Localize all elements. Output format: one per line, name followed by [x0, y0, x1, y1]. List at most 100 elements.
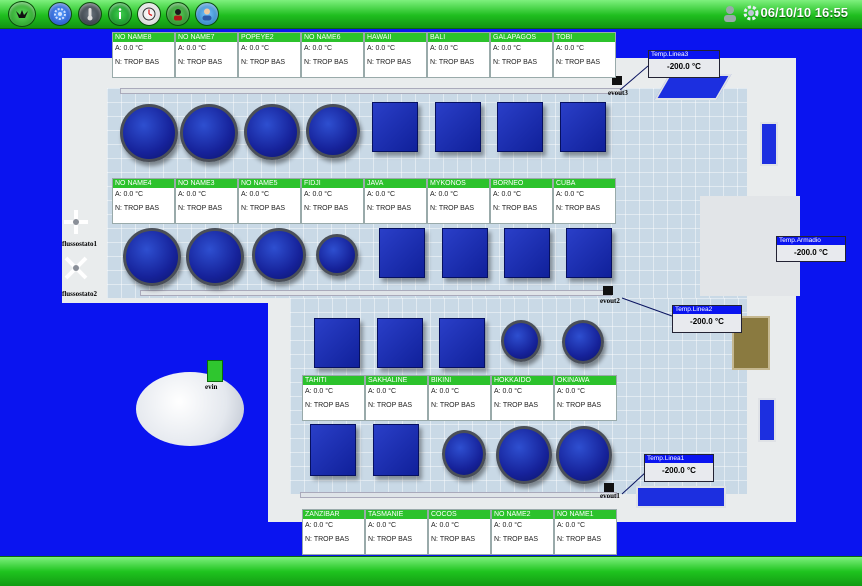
unit-temp: A: 0.0 °C [557, 388, 586, 395]
clock-icon[interactable] [137, 2, 161, 26]
unit-card[interactable]: NO NAME3 A: 0.0 °C N: TROP BAS [175, 178, 238, 224]
unit-status: N: TROP BAS [115, 59, 160, 66]
unit-temp: A: 0.0 °C [368, 388, 397, 395]
unit-status: N: TROP BAS [304, 205, 349, 212]
unit-status: N: TROP BAS [368, 536, 413, 543]
unit-temp: A: 0.0 °C [493, 45, 522, 52]
unit-card[interactable]: OKINAWA A: 0.0 °C N: TROP BAS [554, 375, 617, 421]
unit-card[interactable]: FIDJI A: 0.0 °C N: TROP BAS [301, 178, 364, 224]
tank [244, 104, 300, 160]
unit-temp: A: 0.0 °C [305, 522, 334, 529]
unit-temp: A: 0.0 °C [115, 45, 144, 52]
sensor-linea3-title: Temp.Linea3 [649, 51, 719, 59]
cooler-cube [504, 228, 550, 278]
unit-name: HOKKAIDO [492, 376, 553, 385]
pipe-bottom [300, 492, 617, 498]
unit-name: FIDJI [302, 179, 363, 188]
unit-name: BIKINI [429, 376, 490, 385]
unit-card[interactable]: NO NAME7 A: 0.0 °C N: TROP BAS [175, 32, 238, 78]
unit-card[interactable]: NO NAME8 A: 0.0 °C N: TROP BAS [112, 32, 175, 78]
unit-name: NO NAME6 [302, 33, 363, 42]
unit-temp: A: 0.0 °C [178, 191, 207, 198]
unit-name: POPEYE2 [239, 33, 300, 42]
unit-card[interactable]: TAHITI A: 0.0 °C N: TROP BAS [302, 375, 365, 421]
sensor-linea2[interactable]: Temp.Linea2 -200.0 °C [672, 305, 742, 333]
unit-status: N: TROP BAS [557, 536, 602, 543]
unit-card[interactable]: NO NAME4 A: 0.0 °C N: TROP BAS [112, 178, 175, 224]
unit-temp: A: 0.0 °C [431, 388, 460, 395]
window-right-lower [758, 398, 776, 442]
bird-logo-icon[interactable] [8, 1, 36, 27]
unit-card[interactable]: HOKKAIDO A: 0.0 °C N: TROP BAS [491, 375, 554, 421]
tank [120, 104, 178, 162]
unit-name: NO NAME1 [555, 510, 616, 519]
tank [562, 320, 604, 364]
info-icon[interactable] [108, 2, 132, 26]
sensor-armadio-value: -200.0 °C [794, 248, 828, 257]
unit-temp: A: 0.0 °C [178, 45, 207, 52]
unit-card[interactable]: BORNEO A: 0.0 °C N: TROP BAS [490, 178, 553, 224]
unit-name: GALAPAGOS [491, 33, 552, 42]
unit-card[interactable]: NO NAME2 A: 0.0 °C N: TROP BAS [491, 509, 554, 555]
unit-temp: A: 0.0 °C [241, 191, 270, 198]
unit-card[interactable]: NO NAME5 A: 0.0 °C N: TROP BAS [238, 178, 301, 224]
unit-card[interactable]: BALI A: 0.0 °C N: TROP BAS [427, 32, 490, 78]
unit-name: TOBI [554, 33, 615, 42]
sensor-armadio[interactable]: Temp.Armadio -200.0 °C [776, 236, 846, 262]
unit-name: NO NAME2 [492, 510, 553, 519]
cooler-cube [439, 318, 485, 368]
unit-card[interactable]: GALAPAGOS A: 0.0 °C N: TROP BAS [490, 32, 553, 78]
unit-card[interactable]: ZANZIBAR A: 0.0 °C N: TROP BAS [302, 509, 365, 555]
tank [123, 228, 181, 286]
unit-status: N: TROP BAS [494, 402, 539, 409]
unit-temp: A: 0.0 °C [494, 522, 523, 529]
thermometer-icon[interactable] [78, 2, 102, 26]
unit-card[interactable]: COCOS A: 0.0 °C N: TROP BAS [428, 509, 491, 555]
unit-status: N: TROP BAS [431, 536, 476, 543]
tank [186, 228, 244, 286]
unit-card[interactable]: MYKONOS A: 0.0 °C N: TROP BAS [427, 178, 490, 224]
unit-status: N: TROP BAS [305, 536, 350, 543]
top-toolbar: 06/10/10 16:55 [0, 0, 862, 29]
unit-name: TAHITI [303, 376, 364, 385]
unit-status: N: TROP BAS [304, 59, 349, 66]
unit-card[interactable]: HAWAII A: 0.0 °C N: TROP BAS [364, 32, 427, 78]
unit-card[interactable]: BIKINI A: 0.0 °C N: TROP BAS [428, 375, 491, 421]
unit-card[interactable]: NO NAME6 A: 0.0 °C N: TROP BAS [301, 32, 364, 78]
unit-temp: A: 0.0 °C [431, 522, 460, 529]
sensor-linea1-title: Temp.Linea1 [645, 455, 713, 463]
unit-name: NO NAME5 [239, 179, 300, 188]
unit-name: ZANZIBAR [303, 510, 364, 519]
unit-name: COCOS [429, 510, 490, 519]
technician-icon[interactable] [166, 2, 190, 26]
unit-temp: A: 0.0 °C [367, 191, 396, 198]
unit-status: N: TROP BAS [556, 59, 601, 66]
unit-temp: A: 0.0 °C [557, 522, 586, 529]
tank [501, 320, 541, 362]
valve-icon[interactable] [604, 483, 614, 492]
valve-icon[interactable] [603, 286, 613, 295]
tank [306, 104, 360, 158]
unit-card[interactable]: POPEYE2 A: 0.0 °C N: TROP BAS [238, 32, 301, 78]
unit-temp: A: 0.0 °C [556, 191, 585, 198]
unit-card[interactable]: CUBA A: 0.0 °C N: TROP BAS [553, 178, 616, 224]
gear-icon[interactable] [48, 2, 72, 26]
unit-card[interactable]: TOBI A: 0.0 °C N: TROP BAS [553, 32, 616, 78]
skylight-lower [636, 486, 726, 508]
user-icon[interactable] [195, 2, 219, 26]
unit-temp: A: 0.0 °C [556, 45, 585, 52]
unit-status: N: TROP BAS [367, 59, 412, 66]
sensor-linea1[interactable]: Temp.Linea1 -200.0 °C [644, 454, 714, 482]
unit-card[interactable]: TASMANIE A: 0.0 °C N: TROP BAS [365, 509, 428, 555]
unit-card[interactable]: JAVA A: 0.0 °C N: TROP BAS [364, 178, 427, 224]
inlet-valve-icon [207, 360, 223, 382]
unit-temp: A: 0.0 °C [368, 522, 397, 529]
unit-temp: A: 0.0 °C [430, 191, 459, 198]
unit-status: N: TROP BAS [493, 59, 538, 66]
sensor-linea3[interactable]: Temp.Linea3 -200.0 °C [648, 50, 720, 78]
flow-switch-1-label: flussostato1 [62, 240, 98, 248]
unit-card[interactable]: NO NAME1 A: 0.0 °C N: TROP BAS [554, 509, 617, 555]
unit-card[interactable]: SAKHALINE A: 0.0 °C N: TROP BAS [365, 375, 428, 421]
window-right-upper [760, 122, 778, 166]
unit-status: N: TROP BAS [557, 402, 602, 409]
